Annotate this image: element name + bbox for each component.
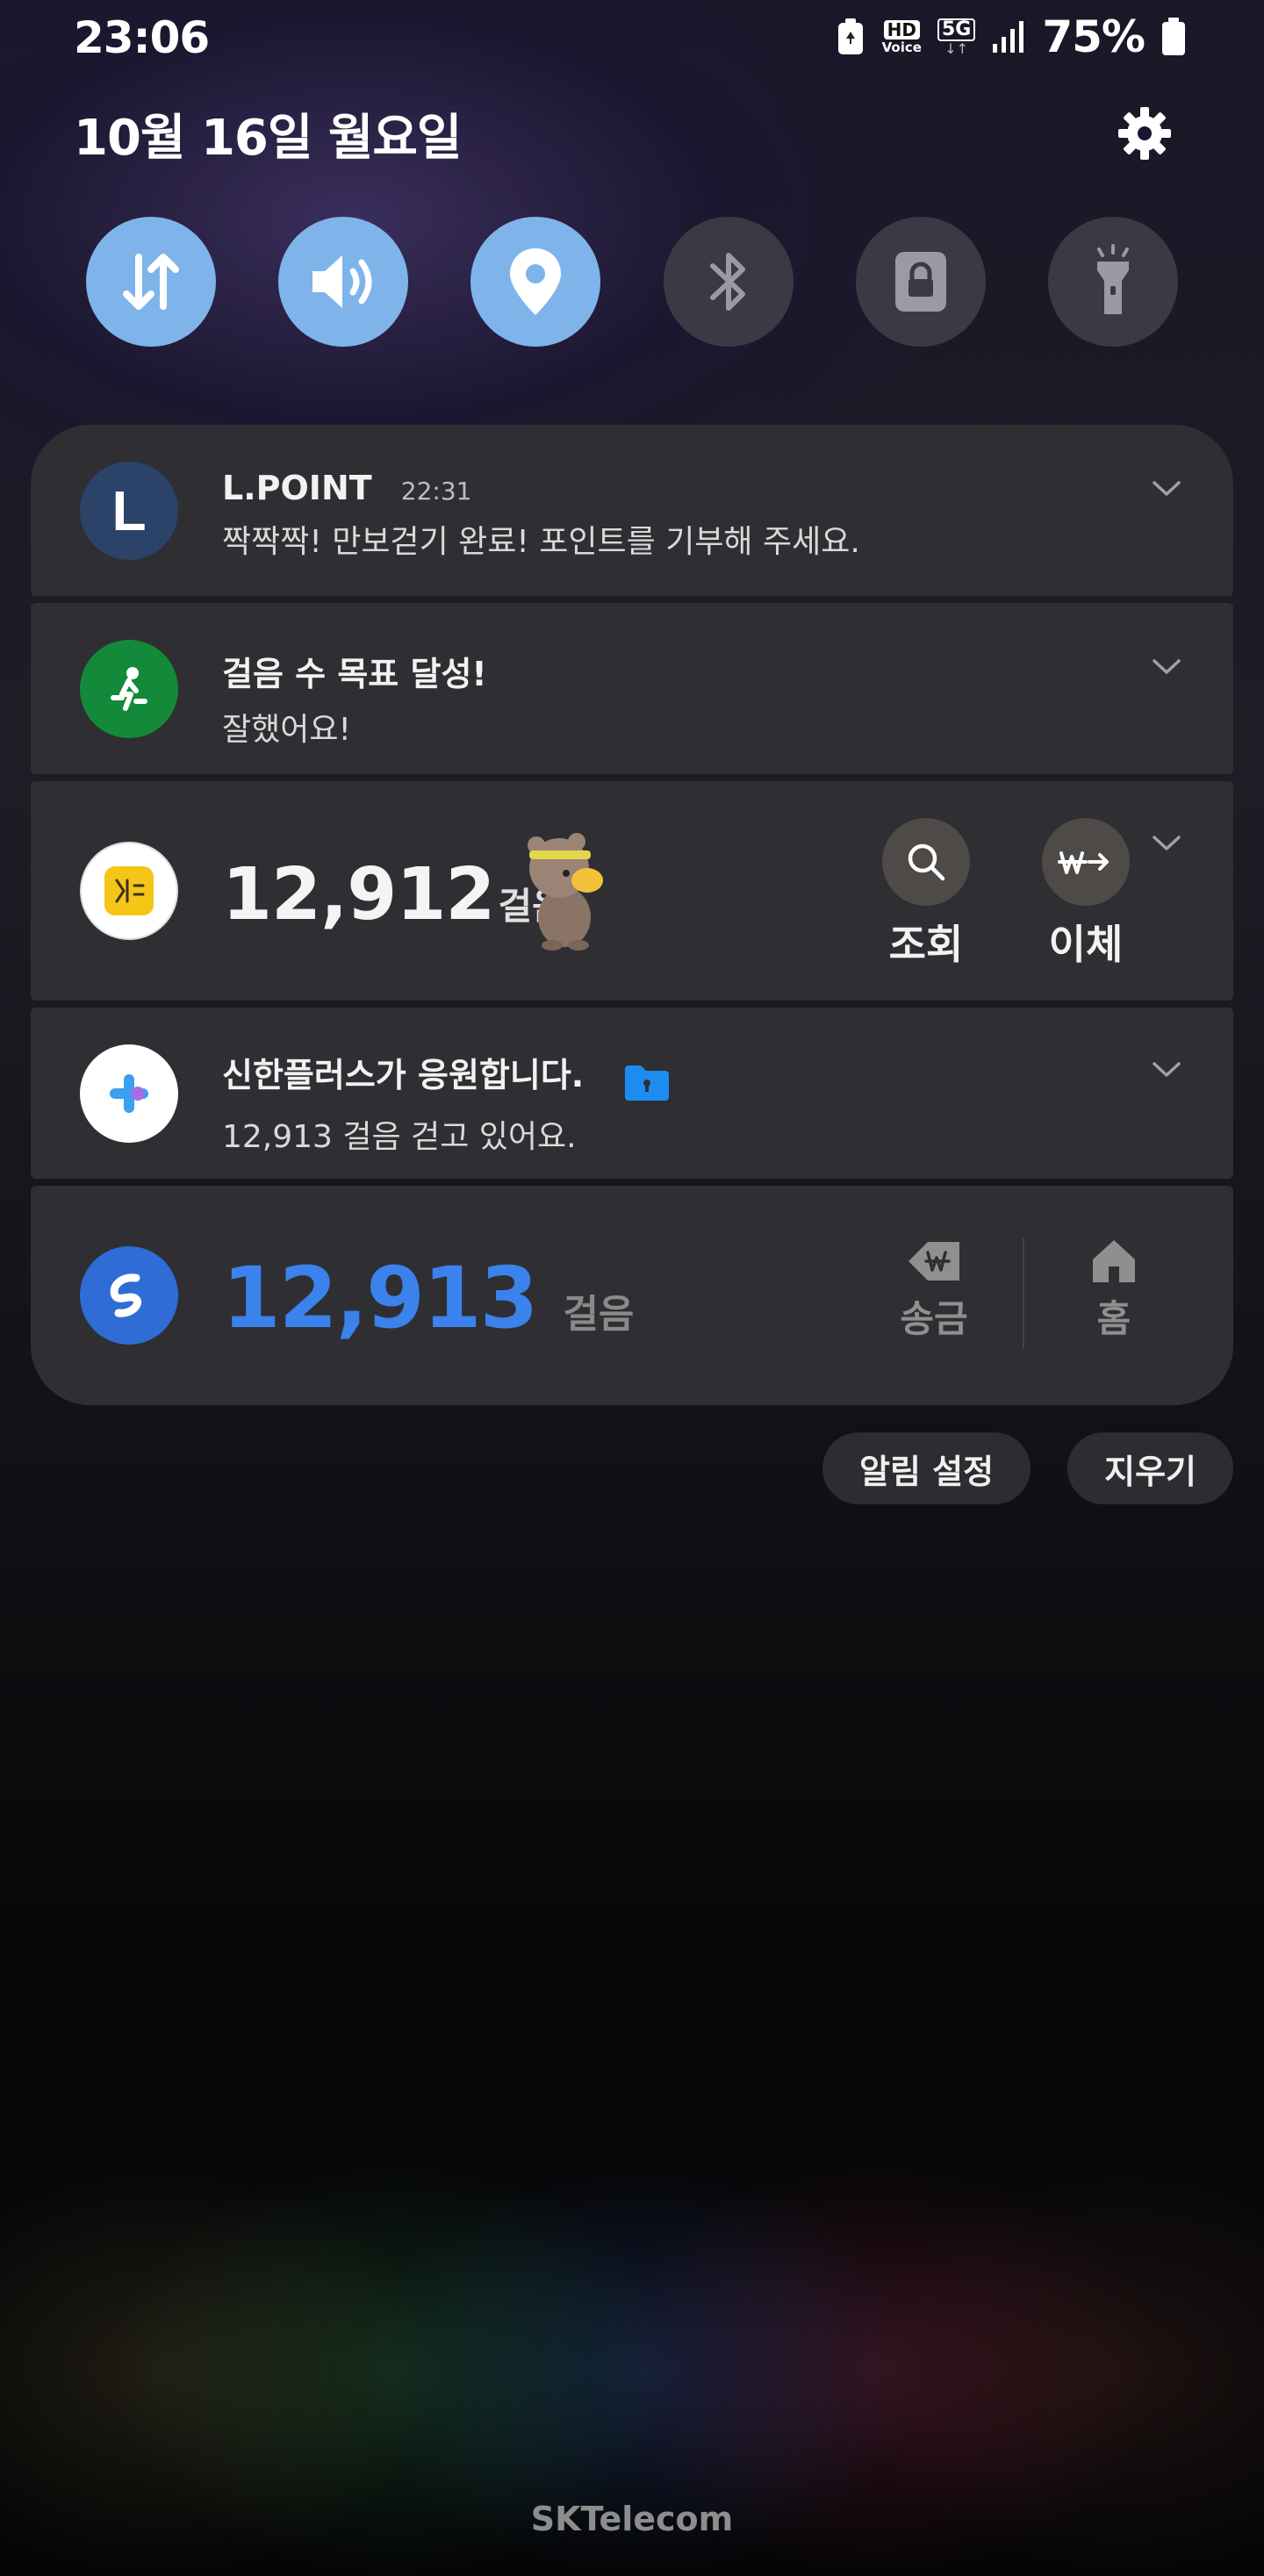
battery-percent: 75% <box>1042 11 1146 62</box>
toggle-sound[interactable] <box>278 217 409 347</box>
shinhan-app-icon <box>80 1044 178 1143</box>
5g-icon: 5G ↓↑ <box>937 18 976 57</box>
notification-panel: L L.POINT 22:31 짝짝짝! 만보걷기 완료! 포인트를 기부해 주… <box>31 425 1233 1412</box>
lpoint-logo-letter: L <box>111 479 147 542</box>
toggle-bluetooth[interactable] <box>663 217 794 347</box>
battery-icon <box>1162 18 1185 55</box>
data-activity-icon: ↓↑ <box>944 39 969 57</box>
toss-home-button[interactable]: 홈 <box>1061 1237 1167 1343</box>
data-arrows-icon <box>123 254 179 310</box>
notification-body: 신한플러스가 응원합니다. 12,913 걸음 걷고 있어요. <box>222 1048 671 1157</box>
notification-time: 22:31 <box>400 477 472 506</box>
notification-text: 잘했어요! <box>222 712 351 748</box>
notification-text: 짝짝짝! 만보걷기 완료! 포인트를 기부해 주세요. <box>222 524 860 560</box>
notification-kb-steps[interactable]: 12,912 걸음 조회 이체 <box>31 781 1233 1001</box>
status-time: 23:06 <box>74 12 210 63</box>
bear-mascot-icon <box>528 833 603 951</box>
secure-folder-icon <box>625 1065 670 1101</box>
divider <box>1023 1238 1024 1349</box>
hd-voice-icon: HD Voice <box>881 19 922 55</box>
kb-transfer-circle <box>1042 818 1130 906</box>
toggle-location[interactable] <box>470 217 601 347</box>
status-icons: HD Voice 5G ↓↑ 75% <box>835 11 1187 62</box>
notification-walk-goal[interactable]: 걸음 수 목표 달성! 잘했어요! <box>31 603 1233 774</box>
network-label: 5G <box>937 18 976 41</box>
signal-icon <box>993 21 1024 53</box>
toss-step-count: 12,913 걸음 <box>222 1249 634 1347</box>
notification-lpoint[interactable]: L L.POINT 22:31 짝짝짝! 만보걷기 완료! 포인트를 기부해 주… <box>31 425 1233 596</box>
recycle-icon <box>837 18 863 54</box>
toggle-flashlight[interactable] <box>1047 217 1178 347</box>
date-label: 10월 16일 월요일 <box>74 110 462 167</box>
toss-steps-number: 12,913 <box>222 1249 538 1347</box>
chevron-down-icon[interactable] <box>1149 470 1184 506</box>
toss-send-label: 송금 <box>900 1297 968 1340</box>
toss-home-label: 홈 <box>1096 1297 1131 1340</box>
toss-send-button[interactable]: 송금 <box>881 1237 987 1343</box>
notification-body: L.POINT 22:31 짝짝짝! 만보걷기 완료! 포인트를 기부해 주세요… <box>222 469 860 562</box>
panel-actions: 알림 설정 지우기 <box>822 1432 1233 1504</box>
kb-logo-icon <box>104 866 154 915</box>
lpoint-app-icon: L <box>80 462 178 560</box>
notification-toss-steps[interactable]: 12,913 걸음 송금 홈 <box>31 1186 1233 1405</box>
toggle-secure-folder[interactable] <box>855 217 986 347</box>
flashlight-icon <box>1096 244 1129 314</box>
notification-title: L.POINT <box>222 469 372 507</box>
toss-logo-icon <box>110 1274 141 1317</box>
kb-search-label: 조회 <box>888 921 964 968</box>
notification-body: 걸음 수 목표 달성! 잘했어요! <box>222 647 487 750</box>
notification-title: 신한플러스가 응원합니다. <box>222 1056 585 1094</box>
toggle-mobile-data[interactable] <box>86 217 216 347</box>
kb-search-button[interactable]: 조회 <box>878 818 974 971</box>
samsung-health-app-icon <box>80 640 178 738</box>
kb-bank-app-icon <box>80 842 178 940</box>
chevron-down-icon[interactable] <box>1149 649 1184 684</box>
kb-search-circle <box>882 818 970 906</box>
hd-label: HD <box>883 19 920 39</box>
notification-text: 12,913 걸음 걷고 있어요. <box>222 1118 577 1155</box>
won-send-icon <box>908 1242 959 1281</box>
kb-transfer-label: 이체 <box>1048 921 1124 968</box>
chevron-down-icon[interactable] <box>1149 825 1184 860</box>
notification-shinhan[interactable]: 신한플러스가 응원합니다. 12,913 걸음 걷고 있어요. <box>31 1008 1233 1179</box>
clear-all-button[interactable]: 지우기 <box>1067 1432 1233 1504</box>
status-bar: 23:06 HD Voice 5G ↓↑ 75% <box>0 0 1264 75</box>
notification-settings-button[interactable]: 알림 설정 <box>822 1432 1031 1504</box>
kb-steps-number: 12,912 <box>222 853 495 936</box>
kb-transfer-button[interactable]: 이체 <box>1038 818 1134 971</box>
home-icon <box>1093 1240 1135 1282</box>
chevron-down-icon[interactable] <box>1149 1051 1184 1087</box>
shinhan-plus-logo-icon <box>110 1074 148 1113</box>
gear-icon[interactable] <box>1113 102 1176 165</box>
toss-app-icon <box>80 1246 178 1345</box>
location-pin-icon <box>510 248 562 315</box>
bluetooth-icon <box>709 253 745 311</box>
notification-title: 걸음 수 목표 달성! <box>222 655 487 693</box>
search-icon <box>908 843 945 881</box>
toss-steps-unit: 걸음 <box>563 1292 635 1337</box>
lock-icon <box>894 252 946 312</box>
walking-person-icon <box>111 667 147 711</box>
voice-label: Voice <box>881 39 922 55</box>
speaker-icon <box>312 255 372 308</box>
quick-toggles <box>86 217 1178 347</box>
carrier-label: SKTelecom <box>530 2500 734 2538</box>
won-transfer-icon <box>1058 851 1109 874</box>
